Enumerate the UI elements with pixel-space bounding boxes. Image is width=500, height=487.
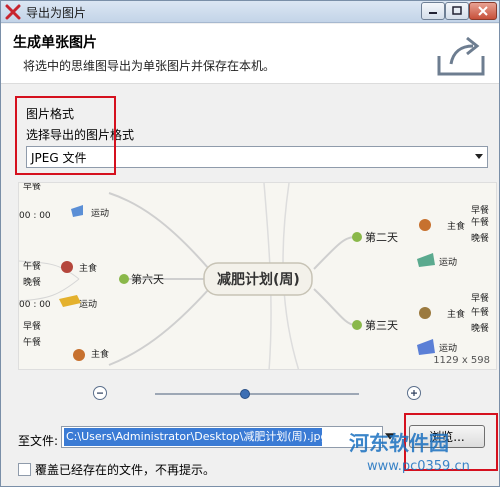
mindmap-canvas: 减肥计划(周) 第六天 第二天 第三天 主食 运动 运动 主食 午餐 晚餐 早餐…: [19, 183, 496, 369]
header-title: 生成单张图片: [13, 35, 97, 51]
branch-label: 第三天: [365, 318, 398, 332]
preview-size-label: 1129 x 598: [433, 355, 490, 366]
overwrite-label: 覆盖已经存在的文件，不再提示。: [35, 462, 216, 477]
topic-label: 主食: [447, 308, 465, 320]
zoom-out-icon: [97, 392, 103, 394]
branch-marker: [352, 232, 362, 242]
format-select[interactable]: JPEG 文件: [26, 146, 488, 168]
topic-label: 主食: [91, 348, 109, 360]
title-bar: 导出为图片: [1, 1, 499, 23]
header-description: 将选中的思维图导出为单张图片并保存在本机。: [23, 59, 276, 73]
close-icon: [478, 6, 488, 16]
maximize-icon: [452, 6, 462, 15]
topic-label: 午餐: [23, 336, 41, 348]
overwrite-checkbox[interactable]: [18, 462, 31, 476]
export-dialog: 导出为图片 生成单张图片 将选中的思维图导出为单张图片并保存在本机。 图片格式 …: [0, 0, 500, 487]
topic-label: 晚餐: [471, 232, 489, 244]
destination-label: 至文件:: [18, 434, 59, 448]
minimize-icon: [429, 12, 437, 14]
branch-marker: [119, 274, 129, 284]
export-icon: [437, 36, 485, 76]
zoom-slider-track[interactable]: [155, 393, 359, 395]
zoom-control: [91, 386, 421, 402]
topic-label: 晚餐: [23, 276, 41, 288]
watermark-url: www.pc0359.cn: [367, 459, 470, 474]
overwrite-option: 覆盖已经存在的文件，不再提示。: [18, 461, 215, 477]
topic-label: 晚餐: [471, 322, 489, 334]
topic-label: 主食: [79, 262, 97, 274]
format-prompt: 选择导出的图片格式: [26, 128, 135, 142]
branch-label: 第二天: [365, 230, 398, 244]
branch-marker: [352, 320, 362, 330]
zoom-slider-thumb[interactable]: [239, 389, 250, 399]
topic-label: 午餐: [471, 306, 489, 318]
minimize-button[interactable]: [421, 2, 445, 20]
topic-label: 运动: [439, 257, 457, 268]
topic-label: 运动: [91, 208, 109, 219]
window-title: 导出为图片: [26, 6, 87, 20]
topic-label: 运动: [439, 343, 457, 354]
time-label: 00 : 00: [19, 211, 51, 221]
topic-label: 主食: [447, 220, 465, 232]
format-section-label: 图片格式: [26, 107, 75, 121]
topic-label: 早餐: [23, 183, 41, 192]
format-select-value: JPEG 文件: [31, 150, 87, 165]
topic-label: 午餐: [23, 260, 41, 272]
zoom-in-button[interactable]: [407, 386, 421, 400]
close-button[interactable]: [469, 2, 497, 20]
destination-path-input[interactable]: C:\Users\Administrator\Desktop\减肥计划(周).j…: [61, 426, 383, 448]
app-logo-icon: [5, 4, 21, 20]
maximize-button[interactable]: [445, 2, 469, 20]
root-topic: 减肥计划(周): [217, 271, 300, 288]
destination-path-text: C:\Users\Administrator\Desktop\减肥计划(周).j…: [64, 428, 322, 446]
zoom-in-icon: [411, 390, 417, 396]
mindmap-preview: 减肥计划(周) 第六天 第二天 第三天 主食 运动 运动 主食 午餐 晚餐 早餐…: [18, 182, 497, 370]
topic-label: 早餐: [471, 204, 489, 216]
time-label: 00 : 00: [19, 300, 51, 310]
topic-label: 早餐: [471, 292, 489, 304]
chevron-down-icon[interactable]: [385, 432, 395, 442]
zoom-out-button[interactable]: [93, 386, 107, 400]
chevron-down-icon: [475, 154, 483, 159]
topic-label: 早餐: [23, 320, 41, 332]
topic-label: 午餐: [471, 216, 489, 228]
browse-button[interactable]: 浏览...: [409, 425, 485, 448]
branch-label: 第六天: [131, 272, 164, 286]
topic-label: 运动: [79, 299, 97, 310]
dialog-header: 生成单张图片 将选中的思维图导出为单张图片并保存在本机。: [1, 24, 499, 84]
